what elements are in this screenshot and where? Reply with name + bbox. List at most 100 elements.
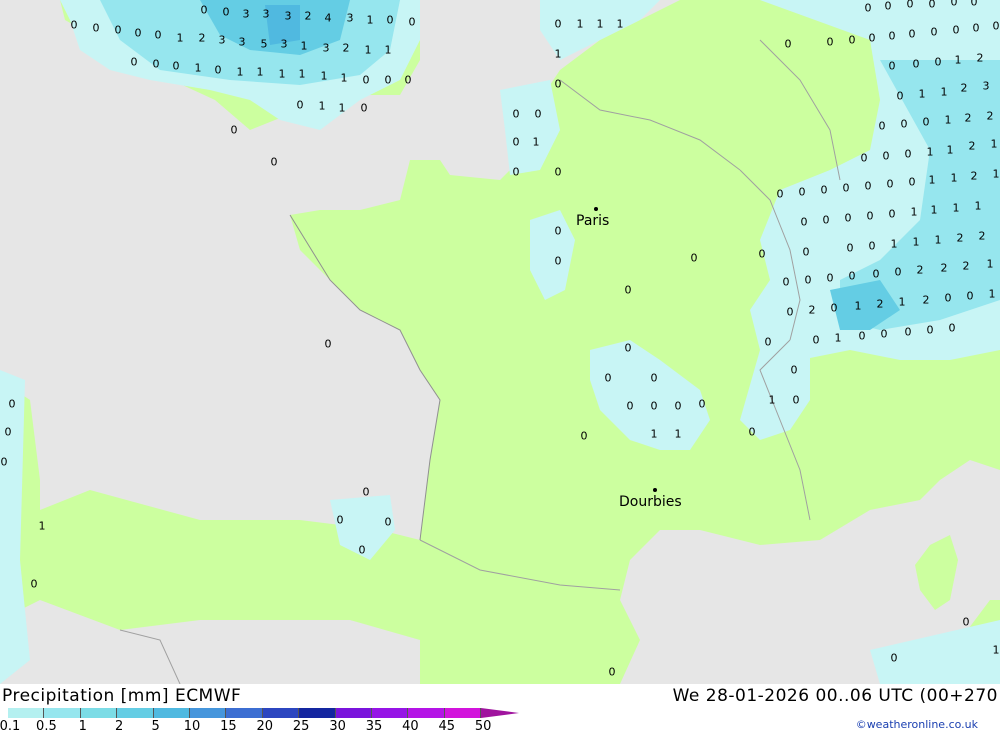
value-label: 0 bbox=[512, 107, 520, 121]
value-label: 0 bbox=[992, 19, 1000, 33]
legend-swatch bbox=[189, 708, 227, 718]
value-label: 0 bbox=[764, 335, 772, 349]
legend-swatch bbox=[153, 708, 190, 718]
legend-tick-label: 2 bbox=[115, 719, 124, 734]
value-label: 0 bbox=[820, 183, 828, 197]
value-label: 0 bbox=[748, 425, 756, 439]
value-label: 0 bbox=[134, 26, 142, 40]
legend-swatch bbox=[335, 708, 372, 718]
value-label: 1 bbox=[898, 295, 906, 309]
value-label: 1 bbox=[992, 643, 1000, 657]
value-label: 1 bbox=[338, 101, 346, 115]
value-label: 2 bbox=[978, 229, 986, 243]
value-label: 3 bbox=[262, 7, 270, 21]
value-label: 0 bbox=[894, 265, 902, 279]
value-label: 0 bbox=[792, 393, 800, 407]
value-label: 0 bbox=[8, 397, 16, 411]
value-label: 0 bbox=[842, 181, 850, 195]
value-label: 1 bbox=[176, 31, 184, 45]
value-label: 0 bbox=[130, 55, 138, 69]
value-label: 2 bbox=[976, 51, 984, 65]
value-label: 0 bbox=[386, 13, 394, 27]
value-label: 0 bbox=[554, 17, 562, 31]
map-timestamp: We 28-01-2026 00..06 UTC (00+270 bbox=[672, 686, 998, 706]
value-label: 0 bbox=[826, 35, 834, 49]
value-label: 0 bbox=[904, 325, 912, 339]
value-label: 0 bbox=[172, 59, 180, 73]
value-label: 2 bbox=[964, 111, 972, 125]
value-label: 2 bbox=[342, 41, 350, 55]
value-label: 1 bbox=[256, 65, 264, 79]
value-label: 0 bbox=[948, 321, 956, 335]
value-label: 1 bbox=[930, 203, 938, 217]
value-label: 0 bbox=[868, 31, 876, 45]
value-label: 0 bbox=[884, 0, 892, 13]
value-label: 0 bbox=[868, 239, 876, 253]
value-label: 0 bbox=[864, 179, 872, 193]
value-label: 0 bbox=[534, 107, 542, 121]
legend-swatch bbox=[44, 708, 81, 718]
city-label-dourbies: Dourbies bbox=[619, 494, 682, 510]
value-label: 0 bbox=[812, 333, 820, 347]
value-label: 1 bbox=[650, 427, 658, 441]
value-label: 2 bbox=[940, 261, 948, 275]
value-label: 2 bbox=[808, 303, 816, 317]
value-label: 1 bbox=[990, 137, 998, 151]
value-label: 1 bbox=[384, 43, 392, 57]
value-label: 0 bbox=[554, 254, 562, 268]
city-label-paris: Paris bbox=[576, 213, 610, 229]
land-corsica bbox=[915, 535, 958, 610]
value-label: 0 bbox=[906, 0, 914, 11]
legend-tick-label: 1 bbox=[78, 719, 87, 734]
value-label: 0 bbox=[878, 119, 886, 133]
value-label: 0 bbox=[888, 207, 896, 221]
value-label: 0 bbox=[324, 337, 332, 351]
value-label: 0 bbox=[608, 665, 616, 679]
value-label: 1 bbox=[890, 237, 898, 251]
legend-swatch bbox=[80, 708, 118, 718]
legend-tick-label: 5 bbox=[151, 719, 160, 734]
value-label: 2 bbox=[198, 31, 206, 45]
value-label: 0 bbox=[200, 3, 208, 17]
legend-tick-label: 0.5 bbox=[36, 719, 57, 734]
value-label: 1 bbox=[298, 67, 306, 81]
value-label: 0 bbox=[846, 241, 854, 255]
value-label: 3 bbox=[284, 9, 292, 23]
value-label: 0 bbox=[860, 151, 868, 165]
value-label: 2 bbox=[986, 109, 994, 123]
value-label: 3 bbox=[218, 33, 226, 47]
value-label: 0 bbox=[604, 371, 612, 385]
value-label: 0 bbox=[384, 515, 392, 529]
value-label: 0 bbox=[92, 21, 100, 35]
value-label: 2 bbox=[968, 139, 976, 153]
value-label: 0 bbox=[962, 615, 970, 629]
value-label: 1 bbox=[300, 39, 308, 53]
value-label: 0 bbox=[912, 57, 920, 71]
credit-link[interactable]: ©weatheronline.co.uk bbox=[856, 718, 978, 731]
value-label: 0 bbox=[800, 215, 808, 229]
value-label: 5 bbox=[260, 37, 268, 51]
legend-tick-label: 35 bbox=[365, 719, 383, 734]
value-label: 0 bbox=[790, 363, 798, 377]
value-label: 0 bbox=[784, 37, 792, 51]
value-label: 1 bbox=[674, 427, 682, 441]
value-label: 0 bbox=[928, 0, 936, 11]
legend-swatch bbox=[444, 708, 482, 718]
value-label: 1 bbox=[946, 143, 954, 157]
legend-color-bar bbox=[8, 708, 482, 718]
value-label: 0 bbox=[698, 397, 706, 411]
legend-tick-label: 50 bbox=[474, 719, 492, 734]
value-label: 4 bbox=[324, 11, 332, 25]
value-label: 0 bbox=[296, 98, 304, 112]
value-label: 1 bbox=[364, 43, 372, 57]
legend-swatch bbox=[226, 708, 263, 718]
value-label: 3 bbox=[280, 37, 288, 51]
value-label: 0 bbox=[888, 29, 896, 43]
value-label: 1 bbox=[318, 99, 326, 113]
value-label: 0 bbox=[798, 185, 806, 199]
value-label: 2 bbox=[960, 81, 968, 95]
value-label: 0 bbox=[786, 305, 794, 319]
value-label: 0 bbox=[404, 73, 412, 87]
value-label: 1 bbox=[928, 173, 936, 187]
value-label: 1 bbox=[912, 235, 920, 249]
